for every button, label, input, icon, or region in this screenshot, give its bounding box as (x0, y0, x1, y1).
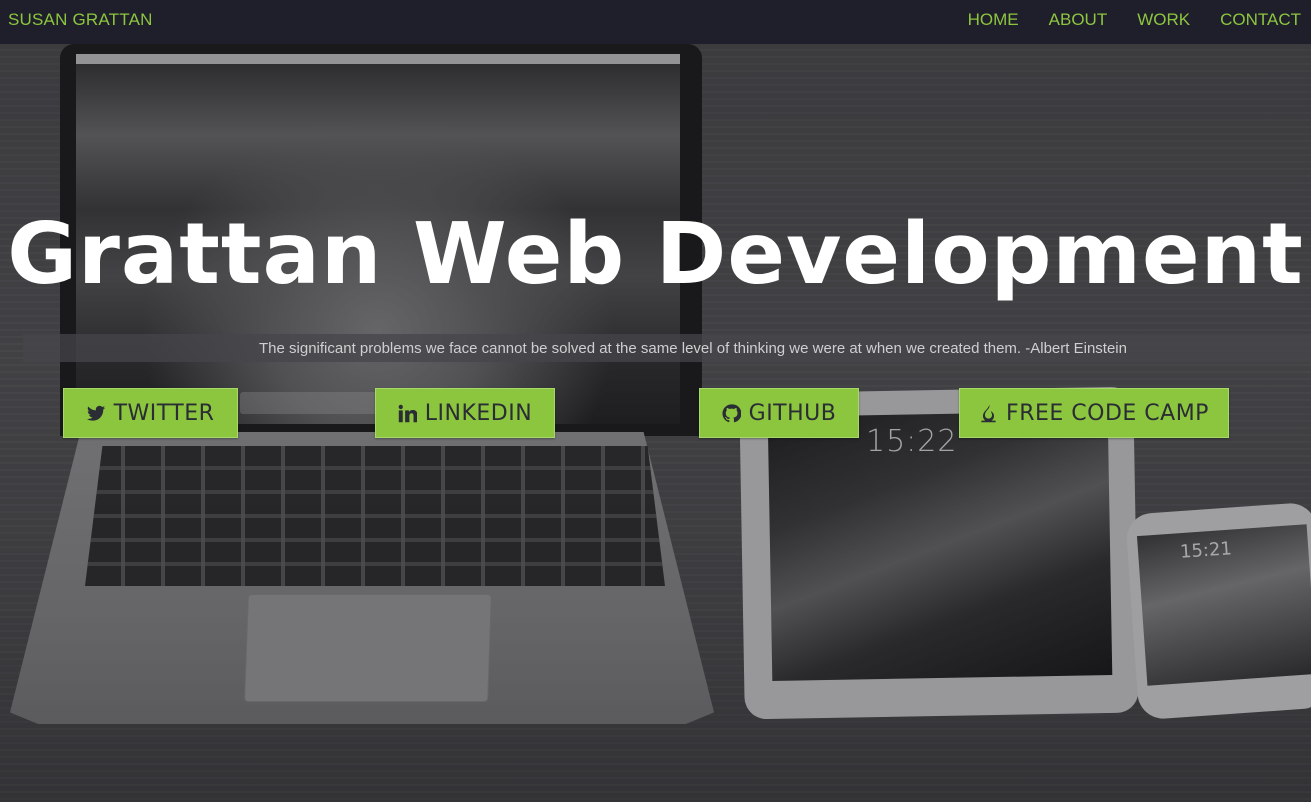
nav-link-contact[interactable]: CONTACT (1220, 10, 1301, 30)
free-code-camp-button-label: FREE CODE CAMP (1006, 400, 1209, 426)
nav-links: HOME ABOUT WORK CONTACT (968, 10, 1301, 30)
github-icon (722, 403, 741, 422)
top-navbar: SUSAN GRATTAN HOME ABOUT WORK CONTACT (0, 0, 1311, 44)
quote-text: The significant problems we face cannot … (259, 340, 1127, 357)
hero-title: Grattan Web Development (7, 205, 1304, 304)
nav-link-work[interactable]: WORK (1137, 10, 1190, 30)
linkedin-icon (398, 404, 417, 422)
fire-icon (981, 404, 996, 422)
twitter-icon (86, 405, 105, 421)
brand-link[interactable]: SUSAN GRATTAN (8, 10, 153, 30)
nav-link-about[interactable]: ABOUT (1049, 10, 1108, 30)
github-button-label: GITHUB (748, 400, 837, 426)
linkedin-button-label: LINKEDIN (424, 400, 533, 426)
nav-link-home[interactable]: HOME (968, 10, 1019, 30)
linkedin-button[interactable]: LINKEDIN (375, 388, 555, 438)
twitter-button[interactable]: TWITTER (63, 388, 238, 438)
free-code-camp-button[interactable]: FREE CODE CAMP (959, 388, 1229, 438)
github-button[interactable]: GITHUB (699, 388, 859, 438)
quote-bar: The significant problems we face cannot … (23, 334, 1311, 362)
twitter-button-label: TWITTER (113, 400, 215, 426)
